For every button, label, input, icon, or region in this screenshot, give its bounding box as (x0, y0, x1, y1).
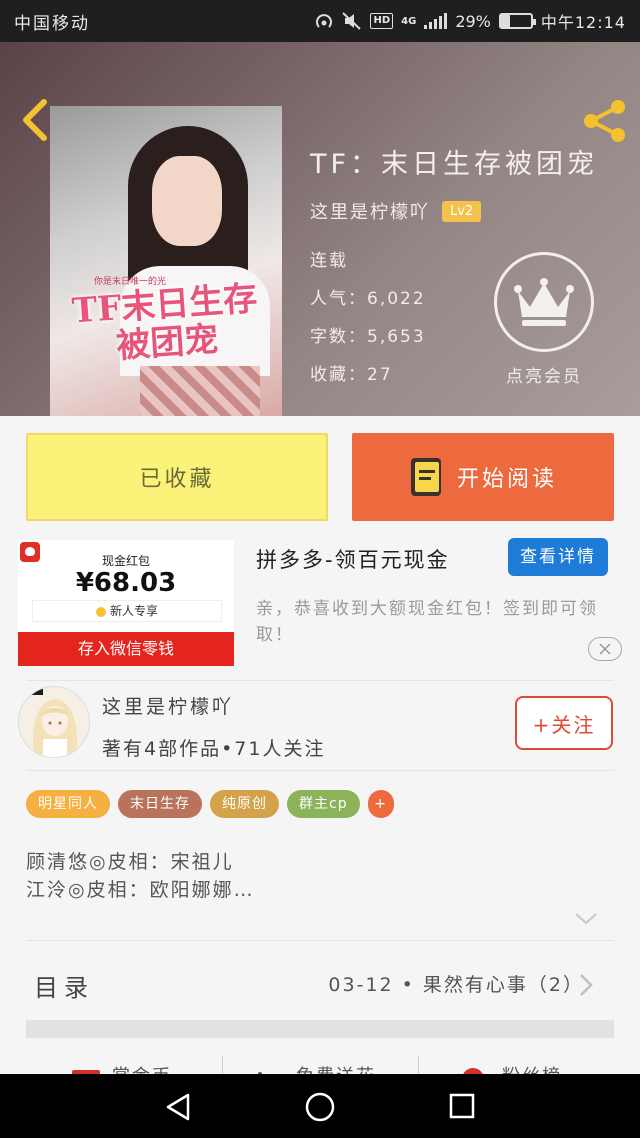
table-of-contents-row[interactable]: 目录 03-12 • 果然有心事（2） (0, 942, 640, 1026)
author-name-link[interactable]: 这里是柠檬吖 (310, 198, 430, 224)
battery-icon (498, 13, 536, 29)
intro-line: 顾清悠◎皮相：宋祖儿 (26, 851, 234, 873)
recents-square-icon[interactable] (448, 1092, 476, 1120)
follow-button[interactable]: +关注 (515, 696, 613, 750)
ad-new-user: 新人专享 (32, 600, 222, 622)
ad-image[interactable]: 现金红包 ¥68.03 新人专享 存入微信零钱 (18, 540, 234, 666)
share-icon[interactable] (580, 98, 630, 144)
favorites-count: 收藏：27 (310, 365, 393, 385)
start-reading-label: 开始阅读 (456, 467, 557, 492)
back-icon[interactable] (16, 96, 52, 144)
reward-coins-button[interactable]: 赏金币 (112, 1062, 172, 1074)
status-bar: 中国移动 HD 4G 29% 中午12:14 (0, 0, 640, 42)
serial-status: 连载 (310, 251, 348, 271)
tag-item[interactable]: 末日生存 (118, 790, 202, 818)
fans-ranking-button[interactable]: 粉丝榜 (502, 1062, 562, 1074)
ad-amount: ¥68.03 (75, 568, 177, 598)
clock: 中午12:14 (540, 13, 626, 32)
book-intro[interactable]: 顾清悠◎皮相：宋祖儿 江泠◎皮相：欧阳娜娜… (26, 848, 255, 904)
chevron-right-icon (580, 974, 593, 996)
ad-title[interactable]: 拼多多-领百元现金 (256, 544, 450, 574)
send-flowers-button[interactable]: 免费送花 (296, 1062, 376, 1074)
section-separator (26, 1020, 614, 1038)
carrier-name: 中国移动 (14, 13, 90, 34)
popularity: 人气：6,022 (310, 289, 426, 309)
chevron-down-icon[interactable] (574, 912, 598, 926)
cover-title: TF末日生存被团宠 (70, 278, 259, 367)
divider (26, 680, 614, 681)
hd-badge: HD (370, 13, 394, 29)
divider (26, 770, 614, 771)
close-ad-icon[interactable] (588, 637, 622, 661)
book-icon (410, 458, 441, 496)
latest-chapter: 03-12 • 果然有心事（2） (328, 974, 584, 996)
hotspot-icon (316, 14, 333, 28)
network-type: 4G (401, 15, 417, 27)
divider (26, 940, 614, 941)
favorited-label: 已收藏 (139, 467, 215, 492)
tag-item[interactable]: 群主cp (287, 790, 360, 818)
book-header: 你是末日唯一的光 TF末日生存被团宠 TF：末日生存被团宠 这里是柠檬吖 Lv2… (0, 42, 640, 416)
vip-label: 点亮会员 (506, 367, 582, 387)
coin-icon (95, 606, 106, 617)
book-title: TF：末日生存被团宠 (310, 149, 599, 180)
back-triangle-icon[interactable] (164, 1092, 192, 1122)
home-circle-icon[interactable] (304, 1091, 336, 1123)
level-badge: Lv2 (442, 200, 482, 222)
author-name[interactable]: 这里是柠檬吖 (102, 692, 234, 719)
author-avatar[interactable] (18, 686, 90, 758)
mute-icon (342, 12, 362, 30)
ad-description: 亲，恭喜收到大额现金红包！签到即可领取！ (256, 599, 598, 645)
ad-label: 现金红包 (101, 554, 150, 568)
system-nav-bar (0, 1074, 640, 1138)
crown-icon (494, 252, 594, 352)
ad-detail-button[interactable]: 查看详情 (508, 538, 608, 576)
signal-icon (424, 13, 448, 29)
divider (418, 1056, 419, 1074)
favorited-button[interactable]: 已收藏 (26, 433, 328, 521)
tag-item[interactable]: 纯原创 (210, 790, 279, 818)
status-icons: HD 4G 29% 中午12:14 (314, 9, 626, 33)
ad-cta[interactable]: 存入微信零钱 (18, 632, 234, 666)
divider (222, 1056, 223, 1074)
intro-line: 江泠◎皮相：欧阳娜娜… (26, 879, 255, 901)
toc-title: 目录 (34, 974, 94, 1002)
bottom-action-bar: 赏金币 免费送花 粉丝榜 (0, 1050, 640, 1074)
tag-list: 明星同人 末日生存 纯原创 群主cp + (26, 790, 394, 818)
author-stats: 著有4部作品•71人关注 (102, 738, 326, 760)
author-row: 这里是柠檬吖 Lv2 (310, 198, 482, 224)
battery-percent: 29% (455, 11, 491, 31)
start-reading-button[interactable]: 开始阅读 (352, 433, 614, 521)
add-tag-button[interactable]: + (367, 790, 394, 818)
word-count: 字数：5,653 (310, 327, 426, 347)
book-cover[interactable]: 你是末日唯一的光 TF末日生存被团宠 (50, 106, 282, 416)
vip-button[interactable]: 点亮会员 (492, 252, 596, 387)
tag-item[interactable]: 明星同人 (26, 790, 110, 818)
